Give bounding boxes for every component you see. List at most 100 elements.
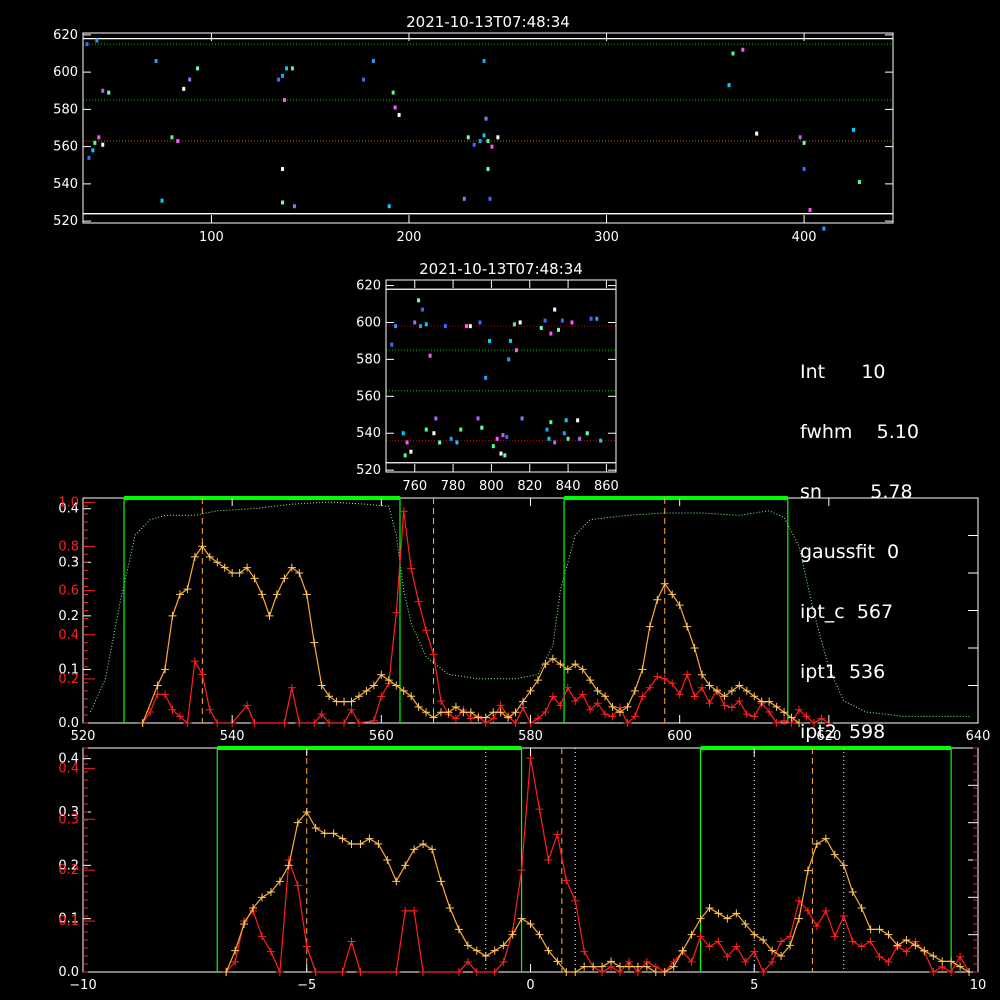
top-spectrogram-pixel: [731, 51, 735, 56]
top-spectrogram-pixel: [755, 131, 759, 136]
wavelength-profile-orange-point: [772, 702, 781, 711]
top-spectrogram-pixel: [482, 133, 486, 138]
top-spectrogram-pixel: [170, 135, 174, 140]
offset-profile-orange-point: [607, 957, 616, 966]
param-fwhm: fwhm 5.10: [800, 421, 919, 443]
middle-spectrogram-pixel: [576, 418, 580, 423]
param-sn: sn 5.78: [800, 481, 913, 503]
middle-spectrogram-pixel: [570, 320, 574, 325]
wavelength-profile-orange-point: [556, 660, 565, 669]
offset-profile-red-point: [544, 856, 553, 864]
top-spectrogram-pixel: [798, 135, 802, 140]
offset-profile-red-point: [714, 937, 723, 946]
wavelength-profile-orange-point: [660, 579, 669, 588]
middle-spectrogram-pixel: [549, 420, 553, 425]
top-spectrogram-pixel: [160, 198, 164, 203]
offset-profile-orange-point: [911, 941, 920, 950]
wavelength-profile-red-point: [347, 705, 356, 714]
middle-spectrogram-pixel: [495, 436, 499, 441]
middle-spectrogram-pixel: [505, 434, 509, 439]
middle-spectrogram-pixel: [419, 324, 422, 329]
offset-profile-red-point: [848, 937, 857, 946]
middle-spectrogram-frame: [385, 279, 617, 473]
wavelength-profile-orange-point: [213, 558, 222, 567]
top-spectrogram-pixel: [97, 135, 101, 140]
wavelength-profile-orange-point: [377, 670, 386, 679]
wavelength-profile-orange-point: [302, 590, 311, 599]
wavelength-profile-orange-point: [429, 713, 438, 722]
wavelength-profile-orange-point: [198, 542, 207, 551]
offset-profile-orange-point: [490, 946, 499, 955]
offset-profile-red-point: [419, 968, 428, 976]
top-spectrogram-pixel: [802, 140, 806, 145]
wavelength-profile-xtick-label: 640: [966, 729, 991, 744]
offset-profile-orange-point: [320, 829, 329, 838]
wavelength-profile-red-point: [422, 626, 431, 635]
top-spectrogram-title: 2021-10-13T07:48:34: [406, 13, 570, 31]
wavelength-profile-red-point: [429, 650, 438, 659]
offset-profile-orange-point: [571, 968, 580, 976]
offset-profile-orange-point: [401, 861, 410, 870]
offset-profile-orange-point: [463, 941, 472, 950]
wavelength-profile-orange-point: [340, 697, 349, 706]
offset-profile-orange-point: [437, 877, 445, 886]
middle-spectrogram-pixel: [503, 453, 507, 458]
top-spectrogram-pixel: [391, 90, 395, 95]
middle-spectrogram-pixel: [595, 316, 599, 321]
offset-profile-red-point: [821, 906, 830, 915]
offset-profile-red-point: [812, 922, 821, 931]
offset-profile-filter-box: [699, 747, 952, 972]
middle-spectrogram-pixel: [394, 324, 398, 329]
offset-profile-orange-point: [687, 930, 696, 939]
middle-spectrogram-xtick-label: 840: [556, 479, 581, 494]
wavelength-profile-red-point: [414, 597, 423, 606]
wavelength-profile-orange-point: [586, 676, 595, 685]
middle-spectrogram-ytick-label: 600: [356, 315, 381, 330]
top-spectrogram-pixel: [176, 139, 180, 144]
wavelength-profile-ytick-label: 0.0: [58, 716, 79, 731]
top-spectrogram-xtick-label: 100: [199, 230, 224, 245]
offset-profile-ytick-label: 0.0: [58, 965, 79, 980]
wavelength-profile-orange-point: [228, 569, 237, 577]
offset-profile-orange-point: [419, 840, 428, 848]
wavelength-profile-orange-point: [354, 692, 363, 701]
wavelength-profile-xtick-label: 560: [369, 729, 394, 744]
param-ipt2: ipt2 598: [800, 721, 886, 743]
wavelength-profile-orange-point: [332, 697, 341, 706]
wavelength-profile-orange-point: [757, 697, 766, 706]
wavelength-profile-xtick-label: 540: [220, 729, 245, 744]
wavelength-profile-red-ytick-label: 1.0: [58, 495, 79, 510]
middle-spectrogram-pixel: [409, 449, 413, 454]
top-spectrogram-pixel: [727, 83, 731, 88]
offset-profile-orange-point: [481, 952, 490, 960]
wavelength-profile-red-point: [437, 696, 445, 705]
wavelength-profile-orange-point: [153, 681, 162, 690]
top-spectrogram-pixel: [154, 58, 158, 63]
wavelength-profile-orange-point: [369, 681, 378, 690]
top-spectrogram-pixel: [466, 135, 470, 140]
wavelength-profile-red-point: [250, 719, 259, 727]
offset-profile-orange-point: [338, 834, 347, 843]
offset-profile-red-point: [929, 968, 938, 976]
offset-profile-red-point: [338, 968, 347, 976]
middle-spectrogram-title: 2021-10-13T07:48:34: [419, 260, 583, 278]
middle-spectrogram-pixel: [455, 440, 459, 445]
wavelength-profile-red-point: [601, 710, 610, 719]
offset-profile-orange-point: [714, 909, 723, 918]
offset-profile-red-point: [857, 942, 866, 951]
offset-profile-red-point: [571, 896, 580, 905]
wavelength-profile-orange-point: [399, 686, 408, 695]
wavelength-profile-red-point: [780, 716, 789, 725]
middle-spectrogram-pixel: [543, 318, 547, 323]
offset-profile-red-point: [266, 947, 275, 956]
wavelength-profile-orange-point: [205, 552, 214, 561]
wavelength-profile-red-point: [161, 690, 170, 699]
middle-spectrogram-pixel: [553, 307, 557, 312]
offset-profile-red-point: [875, 952, 884, 961]
offset-profile-red-point: [258, 932, 266, 941]
wavelength-profile-orange-point: [175, 590, 184, 599]
middle-spectrogram-pixel: [562, 431, 566, 436]
wavelength-profile-orange-point: [451, 702, 460, 711]
wavelength-profile-orange-point: [519, 697, 528, 706]
wavelength-profile-orange-point: [325, 692, 334, 701]
